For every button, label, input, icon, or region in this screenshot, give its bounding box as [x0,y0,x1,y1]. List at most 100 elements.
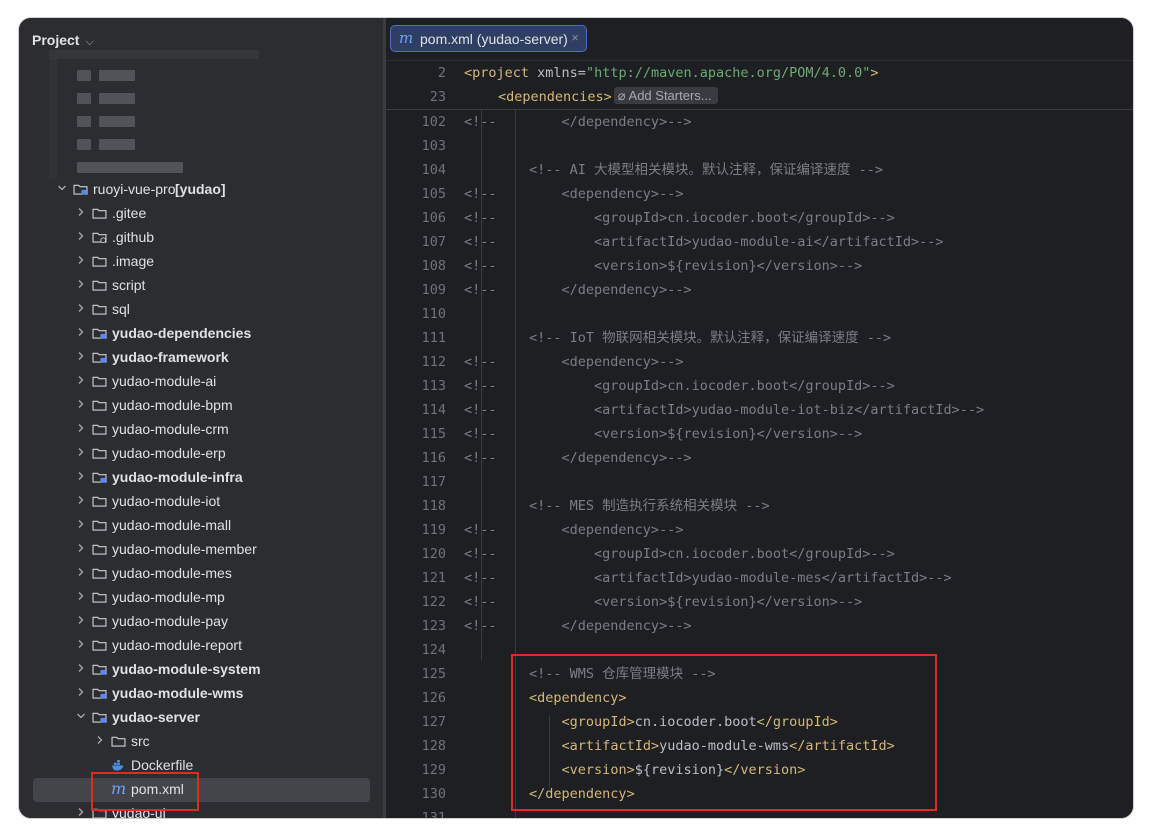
code-text: <!-- IoT 物联网相关模块。默认注释，保证编译速度 --> [464,326,891,350]
xml-comment: <!-- <version>${revision}</version>--> [464,594,863,610]
tree-item-yudao-server[interactable]: yudao-server [19,706,383,730]
tree-item-yudao-ui[interactable]: yudao-ui [19,802,383,818]
tree-item-gitee[interactable]: .gitee [19,202,383,226]
code-line[interactable]: 118 <!-- MES 制造执行系统相关模块 --> [386,494,1133,518]
code-line[interactable]: 116 <!-- </dependency>--> [386,446,1133,470]
folder-icon [92,256,107,267]
starter-icon: ⌀ [617,88,629,103]
tree-item-yudao-module-bpm[interactable]: yudao-module-bpm [19,394,383,418]
tree-item-yudao-framework[interactable]: yudao-framework [19,346,383,370]
sticky-lines: 2 <project xmlns="http://maven.apache.org… [386,61,1133,110]
tree-item-yudao-module-mes[interactable]: yudao-module-mes [19,562,383,586]
code-line[interactable]: 112 <!-- <dependency>--> [386,350,1133,374]
xml-comment: <!-- IoT 物联网相关模块。默认注释，保证编译速度 --> [464,330,892,346]
project-view-selector[interactable]: Project ⌵ [32,32,94,49]
chevron-right-icon[interactable] [76,687,86,697]
chevron-right-icon[interactable] [76,327,86,337]
tree-item-yudao-module-pay[interactable]: yudao-module-pay [19,610,383,634]
tree-item-yudao-module-wms[interactable]: yudao-module-wms [19,682,383,706]
chevron-right-icon[interactable] [76,639,86,649]
tree-item-dockerfile[interactable]: Dockerfile [19,754,383,778]
sticky-code-line[interactable]: 2 <project xmlns="http://maven.apache.org… [386,61,1133,85]
code-line[interactable]: 114 <!-- <artifactId>yudao-module-iot-biz… [386,398,1133,422]
tree-item-yudao-module-crm[interactable]: yudao-module-crm [19,418,383,442]
chevron-right-icon[interactable] [76,663,86,673]
line-number: 103 [421,138,446,154]
tree-item-yudao-dependencies[interactable]: yudao-dependencies [19,322,383,346]
folder-icon [92,640,107,651]
code-line[interactable]: 113 <!-- <groupId>cn.iocoder.boot</groupI… [386,374,1133,398]
chevron-right-icon[interactable] [95,735,105,745]
code-text: <!-- <version>${revision}</version>--> [464,254,862,278]
chevron-right-icon[interactable] [76,471,86,481]
code-text: <!-- <dependency>--> [464,350,683,374]
close-icon[interactable]: × [571,30,579,45]
module-folder-icon [73,184,88,195]
tree-item-sql[interactable]: sql [19,298,383,322]
tab-pom-xml[interactable]: m pom.xml (yudao-server) × [390,25,587,52]
chevron-down-icon[interactable] [76,711,86,721]
module-folder-icon [92,688,107,699]
tree-item-yudao-module-system[interactable]: yudao-module-system [19,658,383,682]
code-line[interactable]: 104 <!-- AI 大模型相关模块。默认注释，保证编译速度 --> [386,158,1133,182]
tree-item-src[interactable]: src [19,730,383,754]
sticky-code-line[interactable]: 23 <dependencies> ⌀ Add Starters... [386,85,1133,109]
module-folder-icon [92,712,107,723]
code-text: <!-- <artifactId>yudao-module-iot-biz</a… [464,398,984,422]
tree-item-pom-xml[interactable]: m pom.xml [19,778,383,802]
code-text: <!-- </dependency>--> [464,614,692,638]
tree-item-yudao-module-infra[interactable]: yudao-module-infra [19,466,383,490]
chevron-right-icon[interactable] [76,303,86,313]
chevron-right-icon[interactable] [76,519,86,529]
code-line[interactable]: 111 <!-- IoT 物联网相关模块。默认注释，保证编译速度 --> [386,326,1133,350]
code-line[interactable]: 120 <!-- <groupId>cn.iocoder.boot</groupI… [386,542,1133,566]
code-line[interactable]: 115 <!-- <version>${revision}</version>--… [386,422,1133,446]
code-line[interactable]: 110 [386,302,1133,326]
code-line[interactable]: 109 <!-- </dependency>--> [386,278,1133,302]
chevron-down-icon[interactable] [57,183,67,193]
tree-item-yudao-module-report[interactable]: yudao-module-report [19,634,383,658]
chevron-right-icon[interactable] [76,447,86,457]
tree-item-ruoyi-vue-pro[interactable]: ruoyi-vue-pro [yudao] [19,178,383,202]
code-line[interactable]: 122 <!-- <version>${revision}</version>--… [386,590,1133,614]
tree-item-label: yudao-module-crm [112,421,229,437]
tree-item-yudao-module-erp[interactable]: yudao-module-erp [19,442,383,466]
chevron-right-icon[interactable] [76,807,86,817]
tree-item-yudao-module-iot[interactable]: yudao-module-iot [19,490,383,514]
chevron-right-icon[interactable] [76,255,86,265]
code-line[interactable]: 102 <!-- </dependency>--> [386,110,1133,134]
tree-item-yudao-module-mp[interactable]: yudao-module-mp [19,586,383,610]
module-folder-icon [92,472,107,483]
code-line[interactable]: 123 <!-- </dependency>--> [386,614,1133,638]
chevron-right-icon[interactable] [76,279,86,289]
line-number: 126 [421,690,446,706]
code-line[interactable]: 121 <!-- <artifactId>yudao-module-mes</ar… [386,566,1133,590]
chevron-right-icon[interactable] [76,543,86,553]
code-line[interactable]: 107 <!-- <artifactId>yudao-module-ai</art… [386,230,1133,254]
code-text: <!-- <version>${revision}</version>--> [464,590,862,614]
code-line[interactable]: 103 [386,134,1133,158]
tree-item-github[interactable]: .github [19,226,383,250]
chevron-right-icon[interactable] [76,399,86,409]
chevron-right-icon[interactable] [76,423,86,433]
code-line[interactable]: 119 <!-- <dependency>--> [386,518,1133,542]
chevron-right-icon[interactable] [76,375,86,385]
code-line[interactable]: 105 <!-- <dependency>--> [386,182,1133,206]
code-line[interactable]: 106 <!-- <groupId>cn.iocoder.boot</groupI… [386,206,1133,230]
tree-item-yudao-module-mall[interactable]: yudao-module-mall [19,514,383,538]
code-text: <!-- <dependency>--> [464,518,683,542]
code-line[interactable]: 108 <!-- <version>${revision}</version>--… [386,254,1133,278]
code-line[interactable]: 117 [386,470,1133,494]
chevron-right-icon[interactable] [76,495,86,505]
tree-item-yudao-module-ai[interactable]: yudao-module-ai [19,370,383,394]
chevron-right-icon[interactable] [76,567,86,577]
tree-item-script[interactable]: script [19,274,383,298]
add-starters-button[interactable]: ⌀ Add Starters... [613,87,718,104]
chevron-right-icon[interactable] [76,591,86,601]
tree-item-image[interactable]: .image [19,250,383,274]
chevron-right-icon[interactable] [76,351,86,361]
chevron-right-icon[interactable] [76,615,86,625]
tree-item-yudao-module-member[interactable]: yudao-module-member [19,538,383,562]
chevron-right-icon[interactable] [76,231,86,241]
chevron-right-icon[interactable] [76,207,86,217]
